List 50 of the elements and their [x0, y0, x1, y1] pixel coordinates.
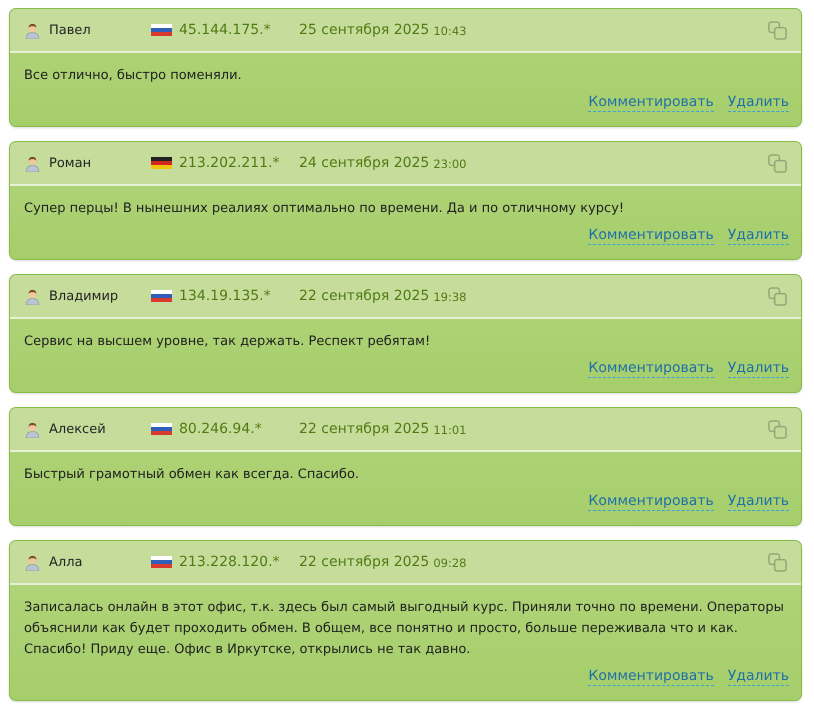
user-icon: [24, 22, 41, 38]
ip-address: 134.19.135.*: [179, 288, 272, 304]
action-link[interactable]: Удалить: [728, 360, 789, 378]
review-text: Все отлично, быстро поменяли.: [24, 67, 243, 85]
copy-icon[interactable]: [768, 420, 787, 438]
review-time: 10:43: [433, 24, 466, 38]
action-link[interactable]: Комментировать: [588, 94, 714, 112]
action-link[interactable]: Удалить: [728, 668, 789, 686]
review-text: Записалась онлайн в этот офис, т.к. здесь был самый выгодный курс. Приняли точно по времени. Операторы объяснили как будет проходить обмен. В общем, все понятно и просто, больше переживала что и как. Спасибо! Приду еще. Офис в Иркутске, открылись не так давно.: [24, 599, 785, 659]
review-date: 22 сентября 2025: [299, 421, 430, 437]
flag-icon: [151, 290, 172, 302]
ip-address: 213.228.120.*: [179, 554, 281, 570]
action-link[interactable]: Комментировать: [588, 493, 714, 511]
review-text: Сервис на высшем уровне, так держать. Респект ребятам!: [24, 333, 432, 351]
user-icon: [24, 288, 41, 304]
author-name: Павел: [49, 22, 92, 38]
review-date: 22 сентября 2025: [299, 288, 430, 304]
action-link[interactable]: Удалить: [728, 493, 789, 511]
copy-icon[interactable]: [768, 552, 787, 572]
author-name: Алексей: [49, 422, 107, 436]
copy-icon[interactable]: [768, 20, 787, 40]
user-icon: [24, 554, 41, 570]
ip-address: 213.202.211.*: [179, 155, 281, 171]
author-name: Роман: [49, 156, 92, 170]
review-time: 19:38: [433, 290, 466, 304]
review-time: 11:01: [433, 423, 466, 437]
ip-address: 80.246.94.*: [179, 421, 263, 437]
author-name: Владимир: [49, 288, 120, 304]
action-link[interactable]: Комментировать: [588, 227, 714, 245]
flag-icon: [151, 24, 172, 36]
review-text: Супер перцы! В нынешних реалиях оптимально по времени. Да и по отличному курсу!: [24, 200, 626, 218]
ip-address: 45.144.175.*: [179, 22, 272, 38]
flag-icon: [151, 556, 172, 568]
action-link[interactable]: Комментировать: [588, 360, 714, 378]
review-time: 09:28: [433, 556, 466, 570]
user-icon: [24, 420, 41, 438]
copy-icon[interactable]: [768, 286, 787, 306]
review-date: 25 сентября 2025: [299, 22, 430, 38]
flag-icon: [151, 157, 172, 169]
action-link[interactable]: Удалить: [728, 227, 789, 245]
action-link[interactable]: Удалить: [728, 94, 789, 112]
review-time: 23:00: [433, 157, 466, 171]
copy-icon[interactable]: [768, 154, 787, 172]
review-date: 24 сентября 2025: [299, 155, 430, 171]
flag-icon: [151, 423, 172, 435]
action-link[interactable]: Комментировать: [588, 668, 714, 686]
author-name: Алла: [49, 554, 84, 570]
review-text: Быстрый грамотный обмен как всегда. Спасибо.: [24, 466, 360, 484]
review-date: 22 сентября 2025: [299, 554, 430, 570]
user-icon: [24, 154, 41, 172]
